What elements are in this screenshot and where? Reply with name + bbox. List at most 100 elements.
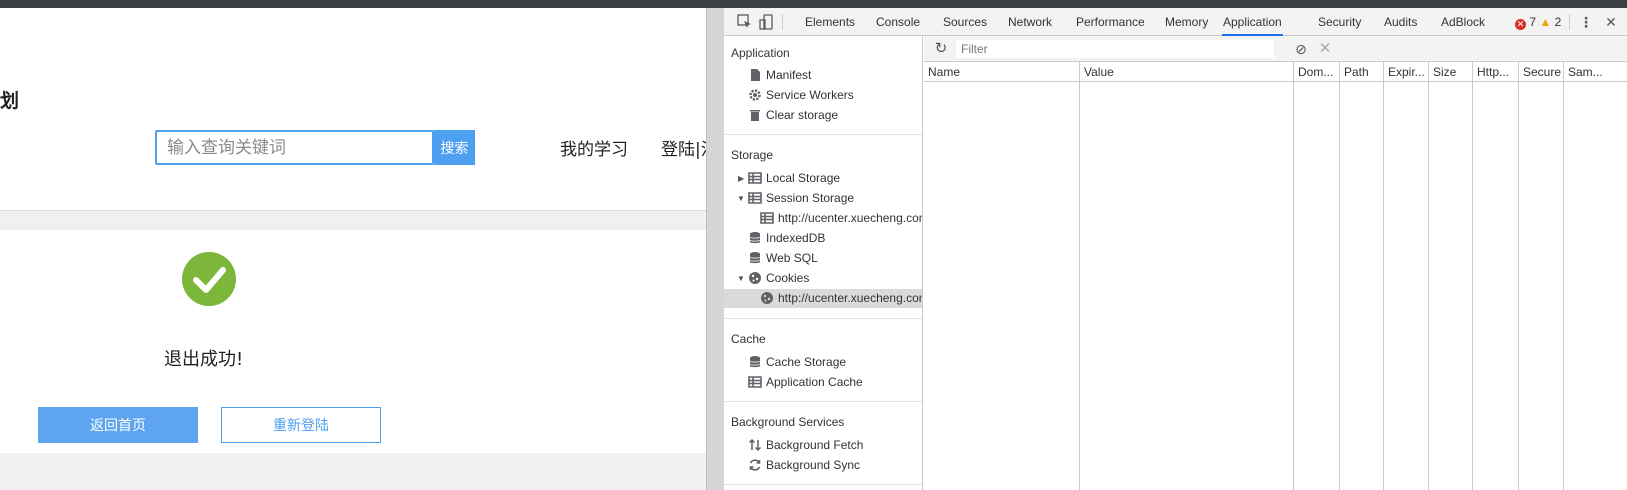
footer-band	[0, 453, 706, 490]
filter-input[interactable]	[956, 40, 1274, 58]
sidebar-item-cache-storage[interactable]: Cache Storage	[724, 353, 922, 372]
column-divider[interactable]	[1339, 62, 1340, 490]
warning-icon: ▲	[1539, 15, 1552, 29]
toolbar-separator	[1569, 14, 1570, 30]
search-input[interactable]	[155, 130, 434, 165]
kebab-menu-icon[interactable]: ⋮	[1577, 13, 1595, 31]
grid-icon	[748, 172, 762, 184]
section-title-background-services: Background Services	[731, 415, 845, 429]
sidebar-divider	[724, 401, 922, 402]
column-header-httponly[interactable]: Http...	[1473, 62, 1518, 82]
site-logo-fragment: 划	[0, 91, 20, 112]
collapse-arrow-icon[interactable]: ▼	[737, 189, 745, 208]
column-header-size[interactable]: Size	[1429, 62, 1472, 82]
sidebar-divider	[724, 134, 922, 135]
tab-audits[interactable]: Audits	[1383, 8, 1418, 36]
sidebar-item-cookie-origin[interactable]: http://ucenter.xuecheng.com	[724, 289, 922, 308]
sidebar-item-local-storage[interactable]: ▶ Local Storage	[724, 169, 922, 188]
column-divider[interactable]	[1472, 62, 1473, 490]
column-divider[interactable]	[1428, 62, 1429, 490]
sidebar-item-cookies[interactable]: ▼ Cookies	[724, 269, 922, 288]
grid-icon	[760, 212, 774, 224]
up-down-arrows-icon	[748, 438, 762, 452]
sync-icon	[749, 459, 761, 471]
column-divider[interactable]	[1383, 62, 1384, 490]
tab-sources[interactable]: Sources	[942, 8, 988, 36]
sidebar-divider	[724, 484, 922, 485]
devtools-splitter[interactable]	[706, 8, 724, 490]
column-divider[interactable]	[1079, 62, 1080, 490]
column-divider[interactable]	[1293, 62, 1294, 490]
cookie-icon	[749, 272, 761, 284]
grid-icon	[748, 192, 762, 204]
error-icon: ✕	[1515, 19, 1526, 30]
file-icon	[751, 69, 760, 81]
return-home-button[interactable]: 返回首页	[38, 407, 198, 443]
section-divider	[0, 210, 706, 230]
sidebar-divider	[724, 318, 922, 319]
tab-security[interactable]: Security	[1317, 8, 1362, 36]
column-divider[interactable]	[1563, 62, 1564, 490]
web-page: 划 搜索 我的学习 登陆|注 退出成功! 返回首页 重新登陆	[0, 8, 706, 490]
cookies-table: Name Value Dom... Path Expir... Size Htt…	[924, 62, 1627, 490]
cookie-icon	[761, 292, 773, 304]
column-header-samesite[interactable]: Sam...	[1564, 62, 1627, 82]
tab-application[interactable]: Application	[1222, 8, 1283, 36]
devtools-panel: Elements Console Sources Network Perform…	[724, 8, 1627, 490]
sidebar-item-session-origin[interactable]: http://ucenter.xuecheng.com	[724, 209, 922, 228]
devtools-toolbar: Elements Console Sources Network Perform…	[724, 8, 1627, 36]
browser-top-bar	[0, 0, 1627, 8]
sidebar-item-session-storage[interactable]: ▼ Session Storage	[724, 189, 922, 208]
sidebar-item-indexeddb[interactable]: IndexedDB	[724, 229, 922, 248]
sidebar-item-application-cache[interactable]: Application Cache	[724, 373, 922, 392]
column-header-domain[interactable]: Dom...	[1294, 62, 1339, 82]
column-header-value[interactable]: Value	[1080, 62, 1293, 82]
column-header-path[interactable]: Path	[1340, 62, 1383, 82]
error-warning-counter[interactable]: ✕ 7 ▲ 2	[1515, 15, 1561, 30]
nav-my-learning[interactable]: 我的学习	[560, 135, 628, 160]
screen: 划 搜索 我的学习 登陆|注 退出成功! 返回首页 重新登陆 Elements	[0, 0, 1627, 490]
relogin-button[interactable]: 重新登陆	[221, 407, 381, 443]
refresh-icon[interactable]: ↻	[932, 40, 950, 58]
column-header-expires[interactable]: Expir...	[1384, 62, 1428, 82]
inspect-icon[interactable]	[736, 13, 754, 31]
sidebar-item-clear-storage[interactable]: Clear storage	[724, 106, 922, 125]
warning-count: 2	[1554, 15, 1562, 29]
expand-arrow-icon[interactable]: ▶	[738, 169, 744, 188]
section-title-cache: Cache	[731, 332, 766, 346]
database-icon	[749, 252, 761, 264]
search-button[interactable]: 搜索	[434, 130, 475, 165]
tab-adblock[interactable]: AdBlock	[1440, 8, 1486, 36]
error-count: 7	[1529, 15, 1537, 29]
trash-icon	[750, 110, 760, 121]
database-icon	[749, 356, 761, 368]
tab-performance[interactable]: Performance	[1075, 8, 1146, 36]
nav-login-register[interactable]: 登陆|注	[661, 135, 706, 160]
tab-elements[interactable]: Elements	[804, 8, 856, 36]
sidebar-item-manifest[interactable]: Manifest	[724, 66, 922, 85]
clear-all-icon[interactable]: ⊘	[1292, 40, 1310, 58]
column-header-secure[interactable]: Secure	[1519, 62, 1563, 82]
sidebar-item-service-workers[interactable]: Service Workers	[724, 86, 922, 105]
device-toggle-icon[interactable]	[758, 13, 776, 31]
tab-network[interactable]: Network	[1007, 8, 1053, 36]
close-icon[interactable]: ✕	[1602, 13, 1620, 31]
column-divider[interactable]	[1518, 62, 1519, 490]
section-title-storage: Storage	[731, 148, 774, 162]
sidebar-item-websql[interactable]: Web SQL	[724, 249, 922, 268]
tab-console[interactable]: Console	[875, 8, 921, 36]
sidebar-item-background-sync[interactable]: Background Sync	[724, 456, 922, 475]
application-sidebar: Application Manifest Service Workers Cle…	[724, 36, 923, 490]
column-header-name[interactable]: Name	[924, 62, 1079, 82]
grid-icon	[748, 376, 762, 388]
collapse-arrow-icon[interactable]: ▼	[737, 269, 745, 288]
tab-memory[interactable]: Memory	[1164, 8, 1209, 36]
sidebar-item-background-fetch[interactable]: Background Fetch	[724, 436, 922, 455]
delete-selected-icon[interactable]: ✕	[1316, 40, 1334, 58]
section-title-application: Application	[731, 46, 790, 60]
success-check-icon	[182, 252, 236, 306]
database-icon	[749, 232, 761, 244]
cookie-filter-bar: ↻ ⊘ ✕	[924, 36, 1627, 62]
toolbar-separator	[782, 14, 783, 30]
logout-success-message: 退出成功!	[164, 349, 244, 370]
